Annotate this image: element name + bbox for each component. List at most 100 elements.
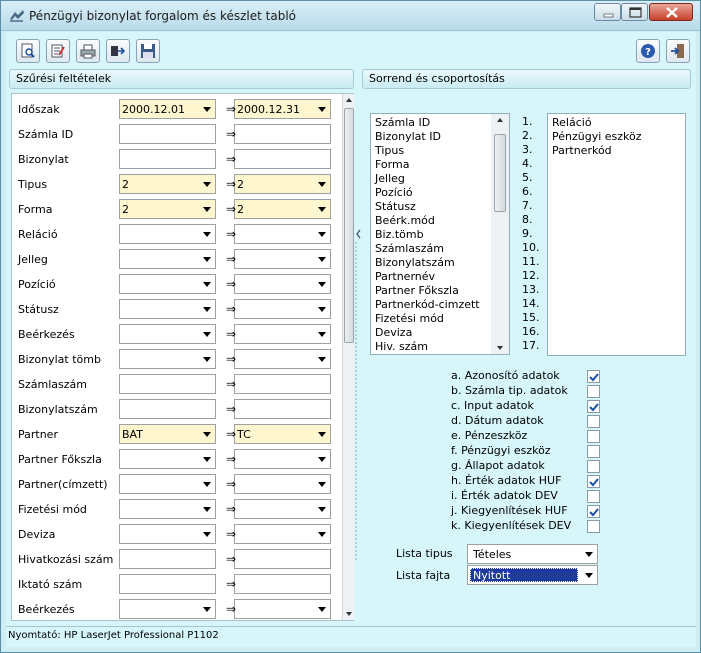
scroll-down-icon[interactable] — [491, 342, 509, 354]
selected-order-item[interactable]: Partnerkód — [552, 144, 612, 157]
edit-list-button[interactable] — [46, 39, 70, 63]
available-list-scrollbar[interactable] — [491, 114, 509, 354]
scroll-down-icon[interactable] — [343, 608, 355, 620]
filter-from-field[interactable] — [119, 299, 216, 319]
filter-to-field[interactable] — [234, 299, 331, 319]
filter-from-field[interactable] — [119, 399, 216, 419]
available-field-item[interactable]: Számla ID — [375, 116, 430, 129]
filter-to-field[interactable] — [234, 599, 331, 619]
option-checkbox[interactable] — [587, 475, 600, 488]
available-list-thumb[interactable] — [494, 134, 506, 212]
option-checkbox[interactable] — [587, 400, 600, 413]
filter-from-field[interactable] — [119, 324, 216, 344]
available-field-item[interactable]: Tipus — [375, 144, 404, 157]
selected-order-item[interactable]: Pénzügyi eszköz — [552, 130, 642, 143]
print-button[interactable] — [76, 39, 100, 63]
filter-to-field[interactable] — [234, 324, 331, 344]
option-checkbox[interactable] — [587, 505, 600, 518]
available-fields-list[interactable]: Számla ID Bizonylat ID Tipus Forma Jelleg Poz… — [370, 113, 510, 355]
exit-button[interactable] — [666, 39, 690, 63]
scrollbar-thumb[interactable] — [344, 108, 354, 343]
filter-from-field[interactable] — [119, 549, 216, 569]
available-field-item[interactable]: Hiv. szám — [375, 340, 428, 353]
available-field-item[interactable]: Pozíció — [375, 186, 413, 199]
filter-to-field[interactable]: 2 — [234, 174, 331, 194]
option-checkbox[interactable] — [587, 445, 600, 458]
filter-to-field[interactable] — [234, 474, 331, 494]
filter-from-field[interactable] — [119, 349, 216, 369]
available-field-item[interactable]: Forma — [375, 158, 409, 171]
chevron-down-icon — [203, 357, 211, 362]
filter-to-field[interactable]: 2 — [234, 199, 331, 219]
title-bar[interactable]: Pénzügyi bizonylat forgalom és készlet t… — [1, 1, 700, 31]
filter-to-field[interactable] — [234, 449, 331, 469]
filter-from-field[interactable] — [119, 249, 216, 269]
splitter-handle[interactable] — [354, 222, 362, 582]
filter-from-field[interactable] — [119, 274, 216, 294]
available-field-item[interactable]: Fizetési mód — [375, 312, 444, 325]
option-checkbox[interactable] — [587, 415, 600, 428]
available-field-item[interactable]: Bizonylatszám — [375, 256, 455, 269]
scroll-up-icon[interactable] — [343, 94, 355, 106]
filter-from-field[interactable]: 2 — [119, 199, 216, 219]
option-checkbox[interactable] — [587, 490, 600, 503]
filter-to-field[interactable]: TC — [234, 424, 331, 444]
filter-to-field[interactable] — [234, 249, 331, 269]
filter-from-field[interactable] — [119, 474, 216, 494]
filter-to-field[interactable] — [234, 549, 331, 569]
filter-from-field[interactable] — [119, 499, 216, 519]
filter-to-field[interactable] — [234, 524, 331, 544]
option-checkbox[interactable] — [587, 370, 600, 383]
selected-order-list[interactable]: Reláció Pénzügyi eszköz Partnerkód — [547, 113, 686, 356]
filter-to-field[interactable] — [234, 124, 331, 144]
filter-to-field[interactable] — [234, 499, 331, 519]
filter-from-field[interactable] — [119, 224, 216, 244]
option-checkbox[interactable] — [587, 460, 600, 473]
filter-from-field[interactable] — [119, 524, 216, 544]
available-field-item[interactable]: Partnerkód-cimzett — [375, 298, 480, 311]
filter-to-field[interactable] — [234, 399, 331, 419]
filter-to-field[interactable]: 2000.12.31 — [234, 99, 331, 119]
filter-from-field[interactable] — [119, 599, 216, 619]
close-button[interactable] — [649, 3, 693, 21]
option-checkbox[interactable] — [587, 430, 600, 443]
lista-fajta-select[interactable]: Nyitott — [467, 565, 598, 585]
filter-from-field[interactable] — [119, 574, 216, 594]
filter-to-field[interactable] — [234, 574, 331, 594]
option-checkbox[interactable] — [587, 520, 600, 533]
filter-from-field[interactable] — [119, 449, 216, 469]
filter-to-field[interactable] — [234, 349, 331, 369]
available-field-item[interactable]: Jelleg — [375, 172, 405, 185]
scroll-up-icon[interactable] — [491, 114, 509, 126]
filters-scrollbar[interactable] — [342, 94, 354, 620]
available-field-item[interactable]: Partnernév — [375, 270, 435, 283]
filter-from-field[interactable]: 2000.12.01 — [119, 99, 216, 119]
filter-to-field[interactable] — [234, 374, 331, 394]
help-button[interactable]: ? — [636, 39, 660, 63]
filter-from-field[interactable] — [119, 124, 216, 144]
filter-from-field[interactable]: 2 — [119, 174, 216, 194]
selected-order-item[interactable]: Reláció — [552, 116, 592, 129]
save-button[interactable] — [136, 39, 160, 63]
available-field-item[interactable]: Deviza — [375, 326, 412, 339]
preview-button[interactable] — [16, 39, 40, 63]
order-number: 3. — [522, 143, 533, 156]
available-field-item[interactable]: Számlaszám — [375, 242, 444, 255]
filter-label: Deviza — [18, 528, 56, 541]
maximize-button[interactable] — [621, 3, 648, 21]
lista-tipus-select[interactable]: Tételes — [467, 544, 598, 564]
available-field-item[interactable]: Partner Főkszla — [375, 284, 459, 297]
filter-from-field[interactable]: BAT — [119, 424, 216, 444]
filter-from-field[interactable] — [119, 149, 216, 169]
filter-to-field[interactable] — [234, 149, 331, 169]
filter-to-field[interactable] — [234, 224, 331, 244]
export-button[interactable] — [106, 39, 130, 63]
available-field-item[interactable]: Státusz — [375, 200, 416, 213]
available-field-item[interactable]: Beérk.mód — [375, 214, 435, 227]
minimize-button[interactable] — [594, 3, 621, 21]
available-field-item[interactable]: Biz.tömb — [375, 228, 424, 241]
option-checkbox[interactable] — [587, 385, 600, 398]
available-field-item[interactable]: Bizonylat ID — [375, 130, 441, 143]
filter-to-field[interactable] — [234, 274, 331, 294]
filter-from-field[interactable] — [119, 374, 216, 394]
